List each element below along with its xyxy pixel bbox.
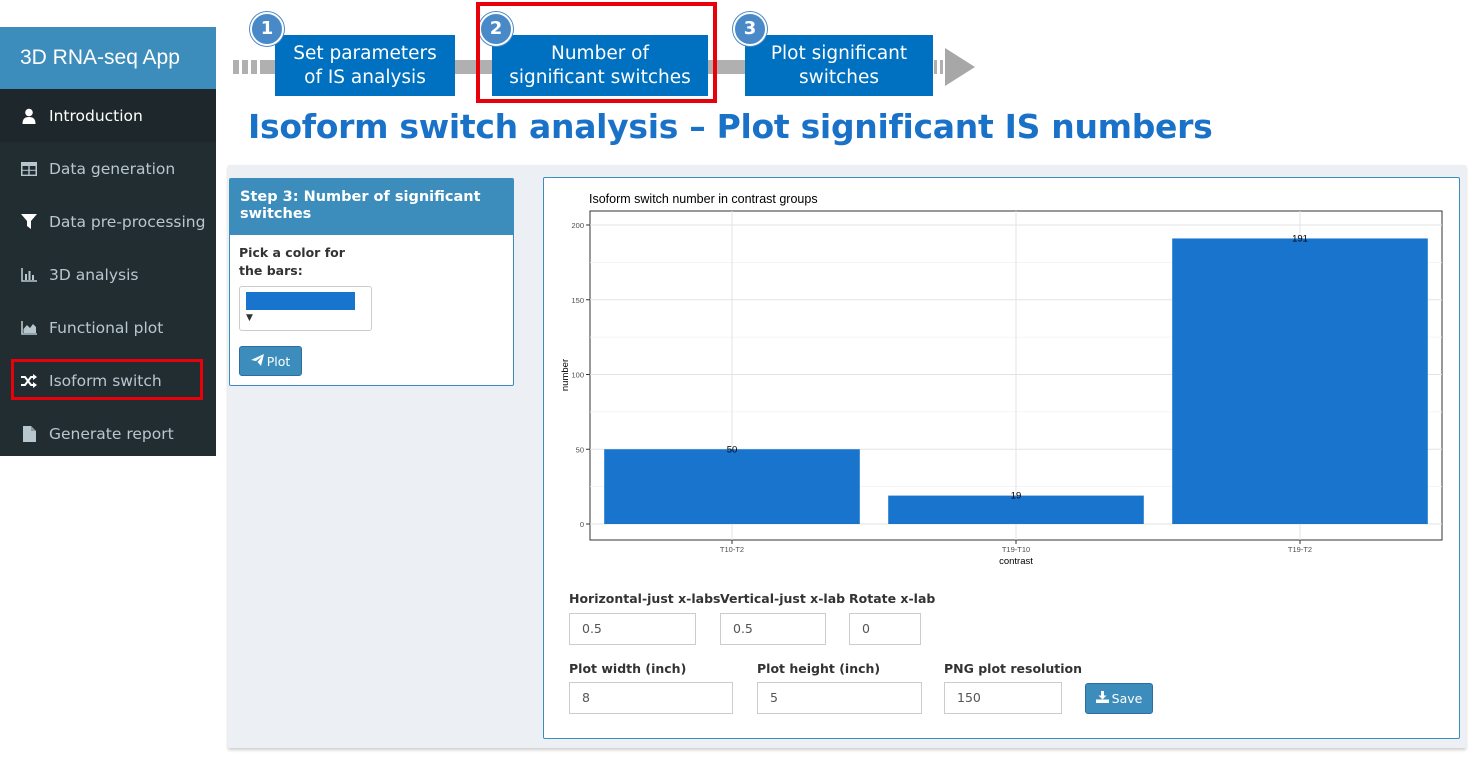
vjust-input[interactable]: 0.5 (720, 613, 826, 645)
step-number-1: 1 (250, 12, 284, 46)
page-title: Isoform switch analysis – Plot significa… (248, 107, 1213, 146)
color-swatch (246, 292, 355, 310)
resolution-label: PNG plot resolution (944, 661, 1082, 676)
chart-y-tick-label: 200 (571, 221, 584, 230)
rotate-label: Rotate x-lab (849, 591, 936, 606)
resolution-input[interactable]: 150 (944, 682, 1062, 714)
step3-panel: Step 3: Number of significant switches P… (229, 178, 514, 386)
sidebar-item-label: Generate report (49, 424, 174, 443)
plot-width-input[interactable]: 8 (569, 682, 733, 714)
chart-x-tick-label: T19-T10 (1002, 545, 1030, 554)
chart-x-tick-label: T10-T2 (720, 545, 744, 554)
hjust-input[interactable]: 0.5 (569, 613, 696, 645)
chart-title: Isoform switch number in contrast groups (589, 192, 818, 206)
workflow-arrow-icon (945, 48, 975, 86)
chart-data-label: 191 (1292, 233, 1308, 244)
color-label: Pick a color for the bars: (239, 245, 345, 278)
save-button[interactable]: Save (1085, 683, 1153, 714)
workflow-step-3: Plot significant switches (745, 35, 933, 96)
color-picker[interactable]: ▼ (239, 286, 372, 331)
chart-data-label: 50 (727, 444, 738, 455)
bar-chart-icon (20, 266, 38, 284)
chart-x-axis-label: contrast (999, 556, 1033, 567)
isoform-switch-highlight (11, 359, 203, 400)
chart-bar (1172, 238, 1428, 524)
download-icon (1095, 691, 1109, 706)
plot-height-label: Plot height (inch) (757, 661, 881, 676)
sidebar-item-label: Data pre-processing (49, 212, 206, 231)
sidebar-item-generate-report[interactable]: Generate report (0, 407, 216, 460)
area-chart-icon (20, 319, 38, 337)
file-icon (20, 425, 38, 443)
sidebar-item-label: 3D analysis (49, 265, 139, 284)
chart-bar (604, 449, 860, 524)
chart-x-tick-label: T19-T2 (1288, 545, 1312, 554)
sidebar-item-label: Introduction (49, 106, 143, 125)
chart-y-tick-label: 100 (571, 371, 584, 380)
sidebar: Introduction Data generation Data pre-pr… (0, 89, 216, 456)
chart-y-tick-label: 0 (580, 520, 584, 529)
filter-icon (20, 213, 38, 231)
workflow-step-1: Set parameters of IS analysis (275, 35, 455, 96)
plot-height-input[interactable]: 5 (757, 682, 922, 714)
workflow-step-highlight (476, 2, 717, 103)
sidebar-item-functional-plot[interactable]: Functional plot (0, 301, 216, 354)
plot-width-label: Plot width (inch) (569, 661, 687, 676)
plot-button[interactable]: Plot (239, 346, 302, 376)
step-number-3: 3 (733, 12, 767, 46)
rotate-input[interactable]: 0 (849, 613, 921, 645)
sidebar-item-introduction[interactable]: Introduction (0, 89, 216, 142)
paper-plane-icon (250, 353, 264, 369)
table-icon (20, 160, 38, 178)
sidebar-item-data-pre-processing[interactable]: Data pre-processing (0, 195, 216, 248)
caret-down-icon: ▼ (246, 313, 253, 323)
chart-y-tick-label: 150 (571, 296, 584, 305)
sidebar-item-label: Functional plot (49, 318, 164, 337)
sidebar-item-data-generation[interactable]: Data generation (0, 142, 216, 195)
chart-data-label: 19 (1011, 491, 1022, 502)
sidebar-item-3d-analysis[interactable]: 3D analysis (0, 248, 216, 301)
bar-chart: Isoform switch number in contrast groups… (560, 192, 1443, 567)
vjust-label: Vertical-just x-lab (720, 591, 846, 606)
step3-panel-header: Step 3: Number of significant switches (230, 179, 513, 235)
app-title: 3D RNA-seq App (0, 27, 216, 89)
chart-y-tick-label: 50 (576, 445, 584, 454)
user-icon (20, 107, 38, 125)
plot-panel: Isoform switch number in contrast groups… (543, 177, 1460, 739)
chart-y-axis-label: number (560, 359, 571, 391)
sidebar-item-label: Data generation (49, 159, 176, 178)
hjust-label: Horizontal-just x-labs (569, 591, 721, 606)
